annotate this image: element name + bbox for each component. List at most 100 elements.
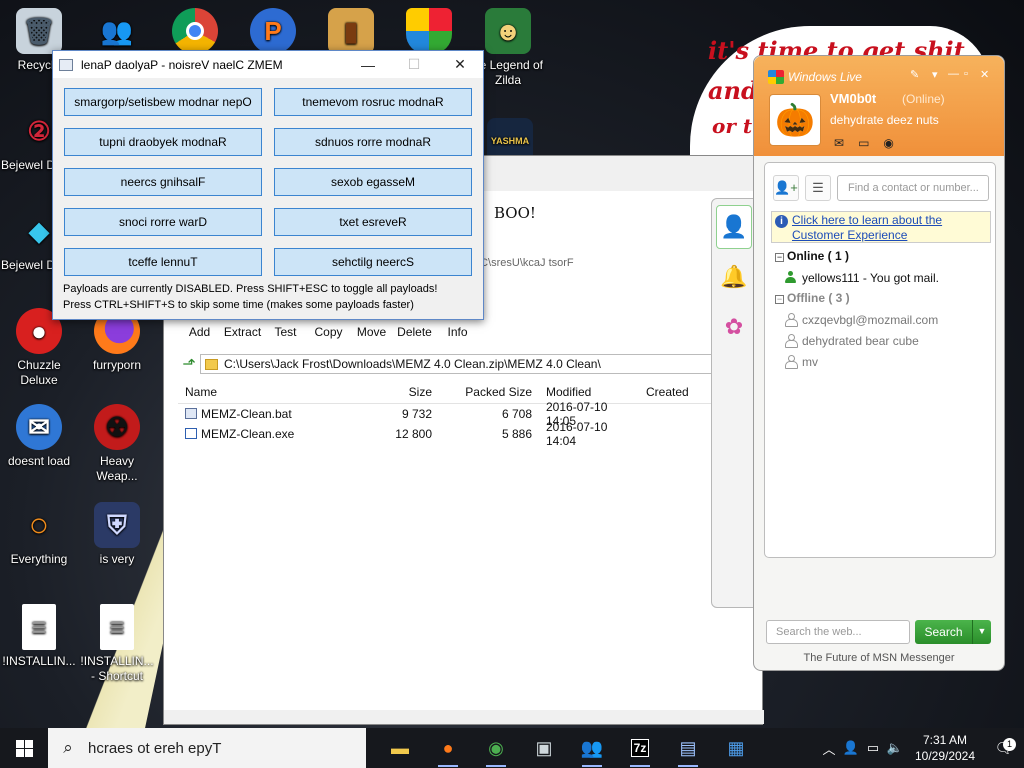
close-button[interactable]: ✕ (980, 68, 989, 81)
desktop-icon-installing[interactable]: ≡ !INSTALLIN... (0, 604, 78, 669)
collapse-icon: − (775, 252, 784, 262)
windows-flag-icon (768, 70, 784, 84)
username[interactable]: VM0b0t (830, 91, 876, 106)
mail-icon[interactable]: ✉ (834, 136, 844, 150)
clock[interactable]: 7:31 AM 10/29/2024 (906, 732, 984, 764)
clock-time: 7:31 AM (922, 733, 968, 747)
contact-offline[interactable]: mv (785, 355, 818, 369)
column-name[interactable]: Name (178, 385, 338, 399)
column-created[interactable]: Created (638, 385, 712, 399)
file-explorer-icon[interactable]: ▬ (378, 728, 422, 768)
online-group-header[interactable]: − Online ( 1 ) (775, 249, 849, 263)
desktop-icon-everything[interactable]: ○ Everything (0, 502, 78, 567)
flowers-tab-icon[interactable]: ✿ (716, 305, 752, 349)
desktop-icon-is-very[interactable]: ⛨ is very (78, 502, 156, 567)
column-modified[interactable]: Modified (538, 385, 638, 399)
messenger-window: Windows Live ✎ ▾ — ▫ ✕ 🎃 VM0b0t (Online)… (753, 55, 1005, 671)
app-blue-icon[interactable]: ▦ (714, 728, 758, 768)
payload-button-draw-error-icons[interactable]: snoci rorre warD (64, 208, 262, 236)
up-folder-icon[interactable]: ⬏ (178, 354, 200, 374)
messenger-tray-icon[interactable]: 👤 (840, 740, 862, 756)
chevron-down-icon[interactable]: ▼ (973, 620, 991, 644)
taskbar-apps: ▬ ● ◉ ▣ 👥 7z ▤ ▦ (378, 728, 758, 768)
search-button[interactable]: Search ▼ (915, 620, 991, 644)
minimize-button[interactable]: — (345, 57, 391, 73)
offline-person-icon (785, 334, 798, 348)
firefox-taskbar-icon[interactable]: ● (426, 728, 470, 768)
horizontal-scrollbar[interactable] (164, 710, 764, 724)
path-field[interactable]: C:\Users\Jack Frost\Downloads\MEMZ 4.0 C… (200, 354, 712, 374)
payload-button-random-error-sounds[interactable]: sdnuos rorre modnaR (274, 128, 472, 156)
contact-name: mv (802, 355, 818, 369)
file-modified: 2016-07-10 14:04 (546, 420, 608, 448)
column-packed-size[interactable]: Packed Size (438, 385, 538, 399)
payload-button-message-boxes[interactable]: sexob egasseM (274, 168, 472, 196)
memz-taskbar-icon[interactable]: ▤ (666, 728, 710, 768)
offline-person-icon (785, 313, 798, 327)
customer-experience-banner[interactable]: i Click here to learn about the Customer… (771, 211, 991, 243)
customer-experience-link-line1[interactable]: Click here to learn about the (792, 213, 942, 227)
contact-offline[interactable]: cxzqevbgl@mozmail.com (785, 313, 938, 327)
folder-icon[interactable]: ▭ (858, 136, 869, 150)
chevron-up-icon[interactable]: ︿ (818, 739, 840, 758)
payload-button-tunnel-effect[interactable]: tceffe lennuT (64, 248, 262, 276)
alerts-bell-icon[interactable]: 🔔 (716, 255, 752, 299)
move-label: Move (356, 325, 387, 339)
contacts-tab-icon[interactable]: 👤 (716, 205, 752, 249)
web-search-input[interactable]: Search the web... (766, 620, 910, 644)
desktop-icon-label: furryporn (92, 358, 142, 372)
avatar[interactable]: 🎃 (769, 94, 821, 146)
offline-group-header[interactable]: − Offline ( 3 ) (775, 291, 850, 305)
messenger-side-tabs: 👤 🔔 ✿ (711, 198, 755, 608)
file-row[interactable]: MEMZ-Clean.exe 12 800 5 886 2016-07-10 1… (178, 420, 712, 448)
desktop-icon-chuzzle[interactable]: ● Chuzzle Deluxe (0, 308, 78, 388)
contact-offline[interactable]: dehydrated bear cube (785, 334, 919, 348)
notification-center-icon[interactable]: 🗨1 (984, 738, 1024, 757)
taskbar-search-box[interactable]: ⌕ hcraes ot ereh epyT (48, 728, 366, 768)
volume-icon[interactable]: 🔈 (884, 740, 906, 756)
column-size[interactable]: Size (338, 385, 438, 399)
find-contact-input[interactable]: Find a contact or number... (837, 175, 989, 201)
add-contact-icon[interactable]: 👤+ (773, 175, 799, 201)
globe-icon[interactable]: ◉ (883, 136, 893, 150)
desktop-icon-label: Everything (10, 552, 68, 566)
start-button[interactable] (0, 728, 48, 768)
memz-window: lenaP daolyaP - noisreV naelC ZMEM — ☐ ✕… (52, 50, 484, 320)
file-size: 12 800 (395, 427, 432, 441)
memz-titlebar[interactable]: lenaP daolyaP - noisreV naelC ZMEM — ☐ ✕ (53, 51, 483, 78)
menu-chevron-icon[interactable]: ▾ (932, 68, 938, 81)
info-icon: i (775, 215, 788, 228)
status-text[interactable]: (Online) (902, 92, 945, 106)
minimize-button[interactable]: — (948, 68, 959, 80)
desktop-icon-thunderbird[interactable]: ✉ doesnt load (0, 404, 78, 469)
chrome-taskbar-icon[interactable]: ◉ (474, 728, 518, 768)
payload-button-screen-glitches[interactable]: sehctilg neercS (274, 248, 472, 276)
memz-title: lenaP daolyaP - noisreV naelC ZMEM (81, 57, 283, 72)
archive-icon: ▮ (328, 8, 374, 54)
personal-message[interactable]: dehydrate deez nuts (830, 113, 939, 127)
online-group-label: Online ( 1 ) (787, 249, 850, 263)
file-packed-size: 5 886 (501, 427, 532, 441)
payload-button-random-keyboard-input[interactable]: tupni draobyek modnaR (64, 128, 262, 156)
desktop-icon-installing-shortcut[interactable]: ≡ !INSTALLIN... - Shortcut (78, 604, 156, 684)
maximize-button[interactable]: ▫ (964, 68, 968, 80)
desktop-icon-heavy-weapon[interactable]: ☢ Heavy Weap... (78, 404, 156, 484)
customer-experience-link-line2[interactable]: Customer Experience (792, 228, 907, 242)
app-window-icon[interactable]: ▣ (522, 728, 566, 768)
sevenzip-taskbar-icon[interactable]: 7z (618, 728, 662, 768)
maximize-button[interactable]: ☐ (391, 56, 437, 73)
desktop-icon-label: is very (99, 552, 135, 566)
payload-button-random-cursor-movement[interactable]: tnemevom rosruc modnaR (274, 88, 472, 116)
network-icon[interactable]: ▭ (862, 740, 884, 756)
system-tray: ︿ 👤 ▭ 🔈 7:31 AM 10/29/2024 🗨1 (818, 728, 1024, 768)
messenger-footer: The Future of MSN Messenger (803, 652, 955, 664)
settings-icon[interactable]: ✎ (910, 68, 919, 81)
payload-button-reverse-text[interactable]: txet esreveR (274, 208, 472, 236)
messenger-taskbar-icon[interactable]: 👥 (570, 728, 614, 768)
contact-online[interactable]: yellows111 - You got mail. (785, 271, 939, 285)
list-options-icon[interactable]: ☰ (805, 175, 831, 201)
close-button[interactable]: ✕ (437, 56, 483, 73)
windows-logo-icon (15, 739, 33, 757)
payload-button-flashing-screen[interactable]: neercs gnihsalF (64, 168, 262, 196)
payload-button-open-random-websites[interactable]: smargorp/setisbew modnar nepO (64, 88, 262, 116)
